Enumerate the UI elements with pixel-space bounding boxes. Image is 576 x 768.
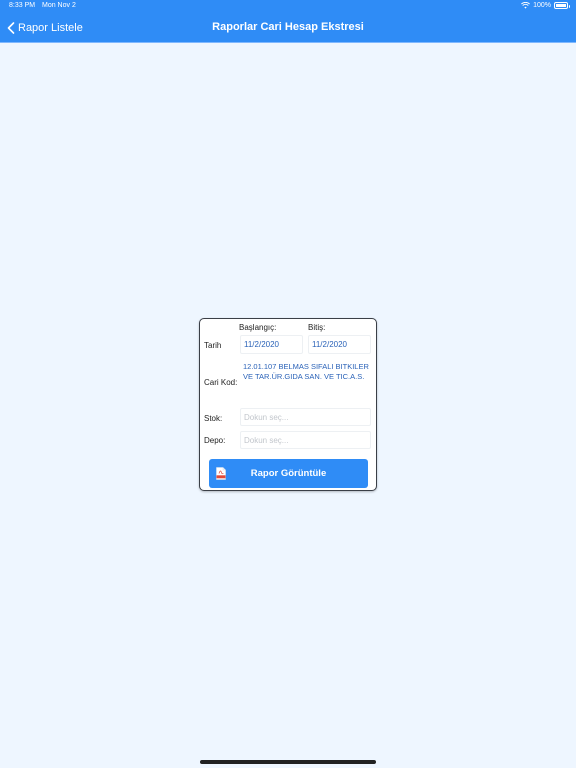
pdf-icon: [216, 467, 226, 480]
home-indicator: [200, 760, 376, 764]
status-time: 8:33 PM: [9, 2, 36, 9]
status-right: 100%: [521, 2, 570, 9]
navigation-bar: 8:33 PM Mon Nov 2 100% Rapor Listele Rap…: [0, 0, 576, 43]
end-date-header: Bitiş:: [308, 323, 326, 332]
view-report-button-label: Rapor Görüntüle: [250, 468, 327, 479]
end-date-field[interactable]: 11/2/2020: [308, 335, 371, 354]
stok-field[interactable]: Dokun seç...: [240, 408, 371, 426]
wifi-icon: [521, 2, 531, 9]
cari-code-field[interactable]: 12.01.107 BELMAS SIFALI BITKILER VE TAR.…: [243, 362, 373, 382]
view-report-button[interactable]: Rapor Görüntüle: [209, 459, 368, 488]
depo-label: Depo:: [204, 436, 226, 445]
report-form-card: Başlangıç: Bitiş: Tarih 11/2/2020 11/2/2…: [199, 318, 377, 491]
status-date: Mon Nov 2: [42, 2, 76, 9]
page-title: Raporlar Cari Hesap Ekstresi: [212, 21, 364, 33]
start-date-field[interactable]: 11/2/2020: [240, 335, 303, 354]
stok-label: Stok:: [204, 414, 223, 423]
date-label: Tarih: [204, 341, 222, 350]
depo-field[interactable]: Dokun seç...: [240, 431, 371, 449]
battery-percent: 100%: [533, 2, 551, 9]
battery-icon: [554, 2, 570, 9]
cari-code-label: Cari Kod:: [204, 378, 238, 387]
start-date-header: Başlangıç:: [239, 323, 277, 332]
